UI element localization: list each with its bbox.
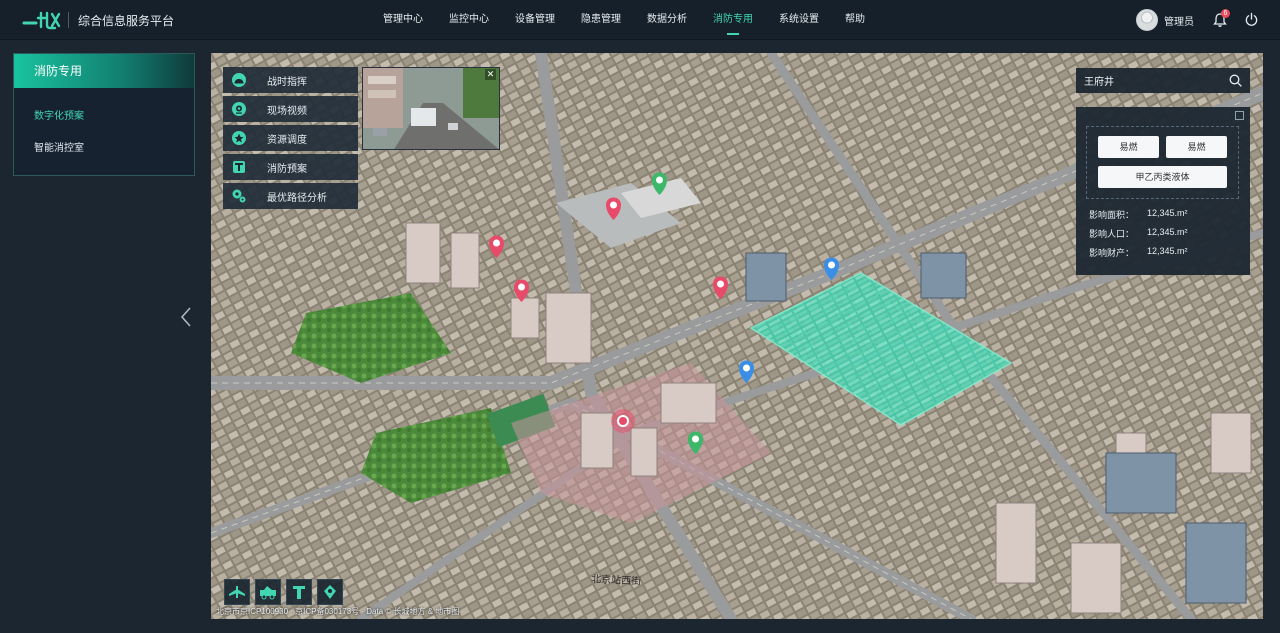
tool-fire-plan[interactable]: 消防预案 <box>223 154 358 180</box>
nav-item-management-center[interactable]: 管理中心 <box>370 0 436 40</box>
aircraft-tool-button[interactable] <box>224 579 250 605</box>
chevron-left-icon[interactable] <box>179 306 193 328</box>
tool-label: 资源调度 <box>267 134 307 146</box>
impact-info-panel: 易燃 易燃 甲乙丙类液体 影响面积： 12,345.m² 影响人口： 12,34… <box>1076 107 1250 275</box>
minimize-icon[interactable] <box>1235 111 1244 120</box>
route-pin-icon <box>324 585 336 599</box>
power-icon[interactable] <box>1244 12 1259 27</box>
notification-badge: 6 <box>1221 9 1230 18</box>
nav-item-fire-special[interactable]: 消防专用 <box>700 0 766 40</box>
stat-label-property: 影响财产： <box>1089 248 1135 258</box>
live-video-window[interactable]: ✕ <box>362 67 500 150</box>
stat-label-area: 影响面积： <box>1089 210 1135 220</box>
nav-item-system-settings[interactable]: 系统设置 <box>766 0 832 40</box>
map-attribution: 北京市京ICP100930 · 京ICP备030173号 · Data © 长城… <box>216 607 460 616</box>
app-title: 综合信息服务平台 <box>78 14 175 28</box>
avatar[interactable] <box>1136 9 1158 31</box>
map-tool-menu: 战时指挥 现场视频 资源调度 消防预案 最优路径分析 <box>223 67 358 212</box>
route-icon <box>232 189 246 203</box>
resource-icon <box>232 131 246 145</box>
hazard-tag[interactable]: 易燃 <box>1098 136 1159 158</box>
helmet-icon <box>232 73 246 87</box>
hazard-tag[interactable]: 易燃 <box>1166 136 1227 158</box>
search-input[interactable] <box>1076 68 1226 93</box>
hazard-tag[interactable]: 甲乙丙类液体 <box>1098 166 1227 188</box>
logo-icon <box>22 11 61 30</box>
stat-value-property: 12,345.m² <box>1147 246 1188 256</box>
sidebar-item-digital-plan[interactable]: 数字化预案 <box>14 101 194 133</box>
nav-item-monitoring-center[interactable]: 监控中心 <box>436 0 502 40</box>
search-icon[interactable] <box>1229 74 1242 87</box>
top-bar: 综合信息服务平台 管理中心 监控中心 设备管理 隐患管理 数据分析 消防专用 系… <box>0 0 1280 40</box>
tool-label: 现场视频 <box>267 105 307 117</box>
stat-value-population: 12,345.m² <box>1147 227 1188 237</box>
sidebar-item-smart-control-room[interactable]: 智能消控室 <box>14 133 194 165</box>
hydrant-tool-button[interactable] <box>286 579 312 605</box>
map-bottom-toolbar <box>224 579 348 605</box>
tool-live-video[interactable]: 现场视频 <box>223 96 358 122</box>
map-search <box>1076 68 1250 93</box>
tool-resource-dispatch[interactable]: 资源调度 <box>223 125 358 151</box>
nav-item-hazard-management[interactable]: 隐患管理 <box>568 0 634 40</box>
sidebar-title: 消防专用 <box>14 54 194 88</box>
title-divider <box>68 12 69 28</box>
sidebar: 消防专用 数字化预案 智能消控室 <box>13 53 195 176</box>
user-name[interactable]: 管理员 <box>1164 13 1194 28</box>
hydrant-icon <box>293 586 305 599</box>
aircraft-icon <box>229 586 245 598</box>
stat-value-area: 12,345.m² <box>1147 208 1188 218</box>
camera-icon <box>232 102 246 116</box>
fire-truck-tool-button[interactable] <box>255 579 281 605</box>
tool-label: 最优路径分析 <box>267 192 327 204</box>
tool-optimal-route[interactable]: 最优路径分析 <box>223 183 358 209</box>
tool-label: 消防预案 <box>267 163 307 175</box>
user-menu[interactable]: 管理员 <box>1136 9 1194 31</box>
video-frame <box>363 68 499 149</box>
tool-battle-command[interactable]: 战时指挥 <box>223 67 358 93</box>
stat-label-population: 影响人口： <box>1089 229 1135 239</box>
close-icon[interactable]: ✕ <box>485 69 496 80</box>
tool-label: 战时指挥 <box>267 76 307 88</box>
hazard-tag-group: 易燃 易燃 甲乙丙类液体 <box>1086 126 1239 199</box>
nav-item-data-analysis[interactable]: 数据分析 <box>634 0 700 40</box>
route-tool-button[interactable] <box>317 579 343 605</box>
nav-item-help[interactable]: 帮助 <box>832 0 878 40</box>
plan-icon <box>233 161 245 173</box>
nav-item-device-management[interactable]: 设备管理 <box>502 0 568 40</box>
fire-truck-icon <box>260 586 276 600</box>
main-nav: 管理中心 监控中心 设备管理 隐患管理 数据分析 消防专用 系统设置 帮助 <box>370 0 878 40</box>
